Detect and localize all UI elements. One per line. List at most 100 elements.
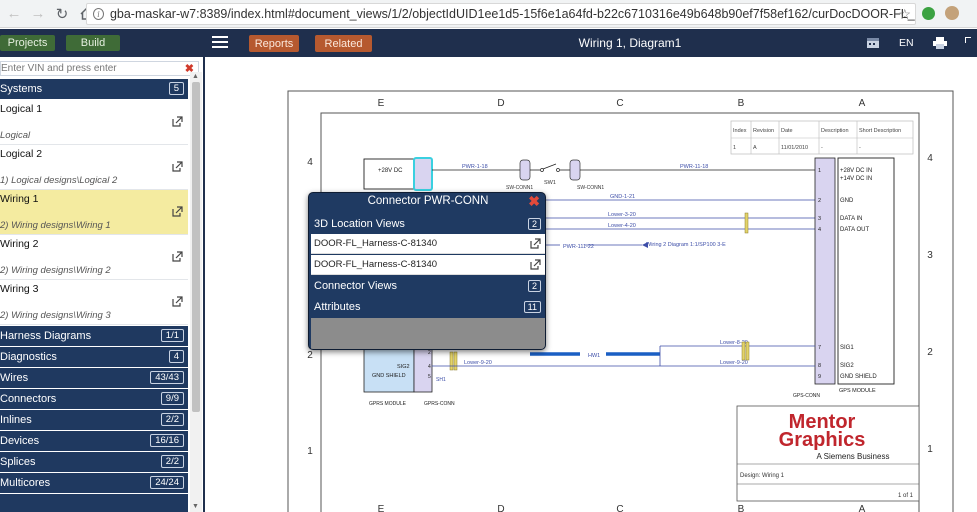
external-link-icon[interactable] xyxy=(172,116,183,127)
popup-title: Connector PWR-CONN xyxy=(367,195,489,207)
sw-conn-connector[interactable] xyxy=(569,159,581,181)
pin-number: 2 xyxy=(428,350,431,356)
logo-tagline: A Siemens Business xyxy=(817,452,890,461)
sidebar-section-splices[interactable]: Splices 2/2 xyxy=(0,452,188,472)
link-text: DOOR-FL_Harness-C-81340 xyxy=(314,259,438,270)
list-item[interactable]: Wiring 2 2) Wiring designs\Wiring 2 xyxy=(0,235,188,280)
projects-button[interactable]: Projects xyxy=(0,35,55,51)
pwr-conn-connector[interactable] xyxy=(413,157,433,191)
build-button[interactable]: Build xyxy=(66,35,120,51)
sidebar-scrollbar[interactable]: ▲ ▼ xyxy=(190,72,202,512)
section-label: Diagnostics xyxy=(0,351,57,363)
twist-marker xyxy=(449,351,454,371)
bookmark-star-icon[interactable]: ☆ xyxy=(898,6,911,23)
list-item[interactable]: Logical 2 1) Logical designs\Logical 2 xyxy=(0,145,188,190)
connector-popup: Connector PWR-CONN ✖ 3D Location Views 2… xyxy=(308,192,546,350)
popup-section-attributes[interactable]: Attributes 11 xyxy=(309,297,545,317)
table-header: Index xyxy=(733,128,747,134)
reload-icon[interactable]: ↻ xyxy=(52,4,72,24)
section-label: 3D Location Views xyxy=(314,218,405,230)
sidebar-section-connectors[interactable]: Connectors 9/9 xyxy=(0,389,188,409)
popup-link-item[interactable]: DOOR-FL_Harness-C-81340 xyxy=(311,255,545,275)
reports-button[interactable]: Reports xyxy=(249,35,299,52)
reference-label: Wiring 2 Diagram 1:1/SP100 3-E xyxy=(646,242,726,248)
pin-label: +28V DC IN xyxy=(840,168,872,174)
item-path: 2) Wiring designs\Wiring 1 xyxy=(0,220,111,231)
sidebar-section-more[interactable] xyxy=(0,494,188,512)
related-button[interactable]: Related xyxy=(315,35,372,52)
external-link-icon[interactable] xyxy=(530,238,541,249)
pin-number: 2 xyxy=(818,198,821,204)
print-icon[interactable] xyxy=(933,37,947,49)
column-label: B xyxy=(738,98,745,109)
hamburger-menu-icon[interactable] xyxy=(212,36,228,48)
popup-section-3d-location-views[interactable]: 3D Location Views 2 xyxy=(309,214,545,234)
row-label: 2 xyxy=(307,350,313,361)
row-label: 4 xyxy=(307,157,313,168)
table-cell: 1 xyxy=(733,145,736,151)
popup-section-connector-views[interactable]: Connector Views 2 xyxy=(309,276,545,296)
link-text: DOOR-FL_Harness-C-81340 xyxy=(314,238,438,249)
external-link-icon[interactable] xyxy=(172,296,183,307)
info-icon[interactable]: i xyxy=(93,8,104,20)
popup-link-item[interactable]: DOOR-FL_Harness-C-81340 xyxy=(311,234,545,254)
pin-label: GND SHIELD xyxy=(372,373,406,379)
count-badge: 2/2 xyxy=(160,413,184,426)
external-link-icon[interactable] xyxy=(530,259,541,270)
sidebar-section-wires[interactable]: Wires 43/43 xyxy=(0,368,188,388)
sidebar-section-inlines[interactable]: Inlines 2/2 xyxy=(0,410,188,430)
external-link-icon[interactable] xyxy=(172,206,183,217)
section-label: Splices xyxy=(0,456,36,468)
design-label: Design: Wiring 1 xyxy=(740,473,785,479)
sidebar-section-diagnostics[interactable]: Diagnostics 4 xyxy=(0,347,188,367)
list-item[interactable]: Wiring 3 2) Wiring designs\Wiring 3 xyxy=(0,280,188,325)
calendar-icon[interactable] xyxy=(866,37,880,49)
back-icon[interactable]: ← xyxy=(4,4,24,24)
sw-conn-connector[interactable] xyxy=(519,159,531,181)
pin-label: +14V DC IN xyxy=(840,176,872,182)
connector-label: GPS-CONN xyxy=(793,393,820,399)
column-label: A xyxy=(859,504,866,512)
sidebar-section-devices[interactable]: Devices 16/16 xyxy=(0,431,188,451)
gprs-module-box[interactable] xyxy=(363,347,415,393)
twist-marker xyxy=(745,341,750,361)
power-box[interactable] xyxy=(363,158,417,190)
page-label: 1 of 1 xyxy=(898,493,914,499)
table-header: Description xyxy=(821,128,849,134)
section-label: Inlines xyxy=(0,414,32,426)
count-badge: 24/24 xyxy=(150,476,184,489)
connector-label: GPRS-CONN xyxy=(424,401,455,407)
pin-label: SIG1 xyxy=(840,345,854,351)
sidebar-section-harness-diagrams[interactable]: Harness Diagrams 1/1 xyxy=(0,326,188,346)
column-label: C xyxy=(616,504,623,512)
external-link-icon[interactable] xyxy=(172,251,183,262)
section-label: Wires xyxy=(0,372,29,384)
sidebar-section-multicores[interactable]: Multicores 24/24 xyxy=(0,473,188,493)
pin-number: 4 xyxy=(818,227,821,233)
list-item[interactable]: Logical 1 Logical xyxy=(0,100,188,145)
item-title: Logical 1 xyxy=(0,103,43,115)
language-selector[interactable]: EN xyxy=(899,37,914,49)
expand-icon[interactable] xyxy=(965,37,977,49)
scroll-up-icon[interactable]: ▲ xyxy=(192,73,199,80)
external-link-icon[interactable] xyxy=(172,161,183,172)
close-icon[interactable]: ✖ xyxy=(528,193,540,210)
section-label: Systems xyxy=(0,83,43,95)
forward-icon[interactable]: → xyxy=(28,4,48,24)
list-item-selected[interactable]: Wiring 1 2) Wiring designs\Wiring 1 xyxy=(0,190,188,235)
item-title: Wiring 1 xyxy=(0,193,39,205)
pin-label: GND SHIELD xyxy=(840,374,877,380)
url-text: gba-maskar-w7:8389/index.html#document_v… xyxy=(109,7,915,21)
pin-number: 9 xyxy=(818,374,821,380)
scrollbar-thumb[interactable] xyxy=(192,82,200,412)
address-bar[interactable]: i gba-maskar-w7:8389/index.html#document… xyxy=(86,3,916,25)
row-label: 1 xyxy=(307,446,313,457)
extension-icon[interactable] xyxy=(922,7,935,20)
sidebar: Enter VIN and press enter ✖ Systems 5 Lo… xyxy=(0,57,205,512)
column-label: B xyxy=(738,504,745,512)
table-header: Revision xyxy=(753,128,774,134)
scroll-down-icon[interactable]: ▼ xyxy=(192,503,199,510)
sidebar-section-systems[interactable]: Systems 5 xyxy=(0,79,188,99)
profile-avatar[interactable] xyxy=(945,6,959,20)
vin-input[interactable]: Enter VIN and press enter ✖ xyxy=(0,61,199,76)
